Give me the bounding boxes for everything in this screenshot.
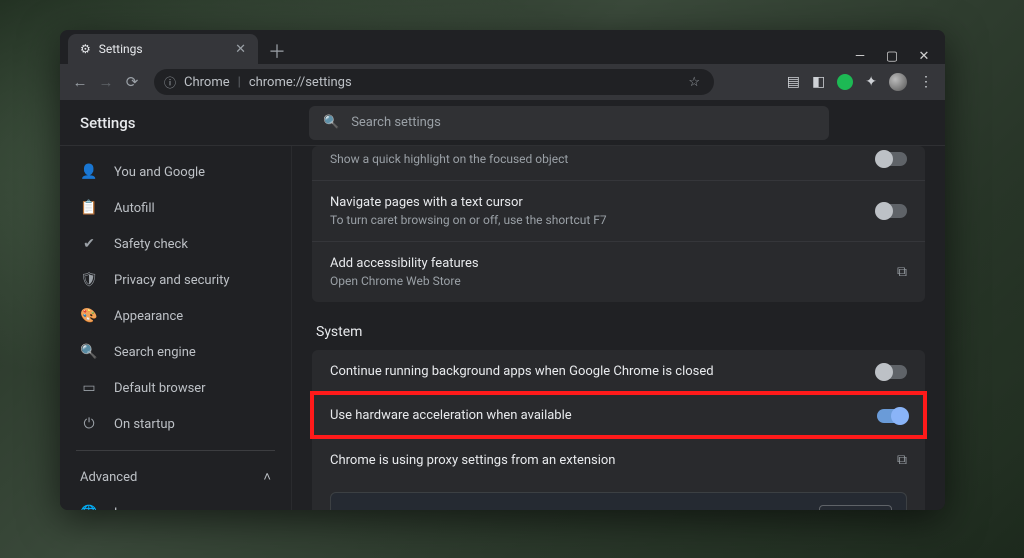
search-icon: 🔍	[323, 115, 339, 130]
sidebar-item-languages[interactable]: 🌐 Languages	[60, 495, 291, 510]
shield-icon: 🛡	[80, 272, 98, 288]
settings-main[interactable]: Show a quick highlight on the focused ob…	[292, 146, 945, 510]
extension-icon-2[interactable]: ◧	[812, 74, 825, 90]
window-controls: ― ▢ ✕	[853, 49, 945, 64]
row-title: Add accessibility features	[330, 256, 479, 271]
palette-icon: 🎨	[80, 308, 98, 324]
tab-title: Settings	[99, 42, 143, 56]
external-link-icon[interactable]: ⧉	[897, 452, 907, 468]
sidebar-item-label: Default browser	[114, 381, 206, 396]
sidebar-item-safety-check[interactable]: ✔ Safety check	[60, 226, 291, 262]
sidebar-item-appearance[interactable]: 🎨 Appearance	[60, 298, 291, 334]
sidebar-item-default-browser[interactable]: ▭ Default browser	[60, 370, 291, 406]
sidebar-item-on-startup[interactable]: ⏻ On startup	[60, 406, 291, 442]
browser-tab-settings[interactable]: ⚙ Settings ✕	[68, 34, 258, 64]
new-tab-button[interactable]: ＋	[264, 38, 290, 64]
globe-icon: 🌐	[80, 505, 98, 510]
settings-title: Settings	[80, 114, 285, 132]
system-card: Continue running background apps when Go…	[312, 350, 925, 510]
extension-icon-1[interactable]: ▤	[787, 74, 800, 90]
row-proxy-extension[interactable]: Chrome is using proxy settings from an e…	[312, 437, 925, 482]
proxy-notice: TunnelBear VPN is controlling this setti…	[330, 492, 907, 510]
omnibox-url: chrome://settings	[249, 75, 352, 90]
close-tab-icon[interactable]: ✕	[235, 42, 246, 57]
profile-avatar[interactable]	[889, 73, 907, 91]
shield-check-icon: ✔	[80, 236, 98, 252]
row-subtitle: To turn caret browsing on or off, use th…	[330, 213, 607, 227]
browser-toolbar: ← → ⟳ ⓘ Chrome | chrome://settings ☆ ▤ ◧…	[60, 64, 945, 100]
sidebar-advanced-label: Advanced	[80, 470, 137, 485]
sidebar-item-label: Search engine	[114, 345, 196, 360]
overflow-menu-icon[interactable]: ⋮	[919, 74, 933, 90]
maximize-icon[interactable]: ▢	[885, 49, 899, 64]
close-window-icon[interactable]: ✕	[917, 49, 931, 64]
sidebar-item-label: Languages	[114, 506, 178, 511]
bookmark-star-icon[interactable]: ☆	[688, 75, 700, 90]
disable-button[interactable]: Disable	[819, 505, 892, 510]
row-subtitle: Open Chrome Web Store	[330, 274, 479, 288]
settings-sidebar[interactable]: 👤 You and Google 📋 Autofill ✔ Safety che…	[60, 146, 292, 510]
row-background-apps: Continue running background apps when Go…	[312, 350, 925, 393]
toggle-background-apps[interactable]	[877, 365, 907, 379]
settings-content: Settings 🔍 Search settings 👤 You and Goo…	[60, 100, 945, 510]
settings-search[interactable]: 🔍 Search settings	[309, 106, 829, 140]
row-text-cursor: Navigate pages with a text cursor To tur…	[312, 180, 925, 241]
sidebar-item-search-engine[interactable]: 🔍 Search engine	[60, 334, 291, 370]
extensions-puzzle-icon[interactable]: ✦	[865, 74, 877, 90]
omnibox[interactable]: ⓘ Chrome | chrome://settings ☆	[154, 69, 714, 95]
power-icon: ⏻	[80, 416, 98, 432]
sidebar-item-privacy[interactable]: 🛡 Privacy and security	[60, 262, 291, 298]
site-info-icon[interactable]: ⓘ	[164, 74, 176, 91]
omnibox-prefix: Chrome	[184, 75, 230, 90]
toggle-hardware-acceleration[interactable]	[877, 409, 907, 423]
external-link-icon[interactable]: ⧉	[897, 264, 907, 280]
accessibility-card: Show a quick highlight on the focused ob…	[312, 146, 925, 302]
browser-window: ⚙ Settings ✕ ＋ ― ▢ ✕ ← → ⟳ ⓘ Chrome | ch…	[60, 30, 945, 510]
sidebar-separator	[76, 450, 275, 451]
sidebar-item-label: Privacy and security	[114, 273, 230, 288]
settings-body: 👤 You and Google 📋 Autofill ✔ Safety che…	[60, 146, 945, 510]
sidebar-item-autofill[interactable]: 📋 Autofill	[60, 190, 291, 226]
row-title: Use hardware acceleration when available	[330, 408, 572, 423]
tab-strip: ⚙ Settings ✕ ＋ ― ▢ ✕	[60, 30, 945, 64]
browser-icon: ▭	[80, 380, 98, 396]
forward-icon: →	[98, 73, 114, 91]
extension-icon-grammarly[interactable]	[837, 74, 853, 90]
search-placeholder: Search settings	[351, 115, 441, 130]
sidebar-item-label: You and Google	[114, 165, 205, 180]
person-icon: 👤	[80, 164, 98, 180]
row-accessibility-features[interactable]: Add accessibility features Open Chrome W…	[312, 241, 925, 302]
extension-icons: ▤ ◧ ✦ ⋮	[787, 73, 933, 91]
settings-header: Settings 🔍 Search settings	[60, 100, 945, 146]
search-engine-icon: 🔍	[80, 344, 98, 360]
back-icon[interactable]: ←	[72, 73, 88, 91]
reload-icon[interactable]: ⟳	[124, 73, 140, 91]
omnibox-divider: |	[238, 75, 241, 90]
row-quick-highlight: Show a quick highlight on the focused ob…	[312, 146, 925, 180]
sidebar-item-label: Autofill	[114, 201, 155, 216]
row-hardware-acceleration: Use hardware acceleration when available	[312, 393, 925, 437]
gear-icon: ⚙	[80, 42, 91, 56]
toggle-quick-highlight[interactable]	[877, 152, 907, 166]
row-title: Continue running background apps when Go…	[330, 364, 714, 379]
sidebar-item-label: Safety check	[114, 237, 188, 252]
row-title: Show a quick highlight on the focused ob…	[330, 152, 568, 166]
sidebar-item-label: On startup	[114, 417, 175, 432]
sidebar-item-label: Appearance	[114, 309, 183, 324]
section-system-title: System	[316, 324, 925, 340]
sidebar-advanced-toggle[interactable]: Advanced ˄	[60, 459, 291, 495]
row-title: Navigate pages with a text cursor	[330, 195, 607, 210]
row-title: Chrome is using proxy settings from an e…	[330, 453, 615, 468]
minimize-icon[interactable]: ―	[853, 49, 867, 64]
clipboard-icon: 📋	[80, 200, 98, 216]
toggle-text-cursor[interactable]	[877, 204, 907, 218]
sidebar-item-you-and-google[interactable]: 👤 You and Google	[60, 154, 291, 190]
chevron-up-icon: ˄	[263, 469, 271, 485]
